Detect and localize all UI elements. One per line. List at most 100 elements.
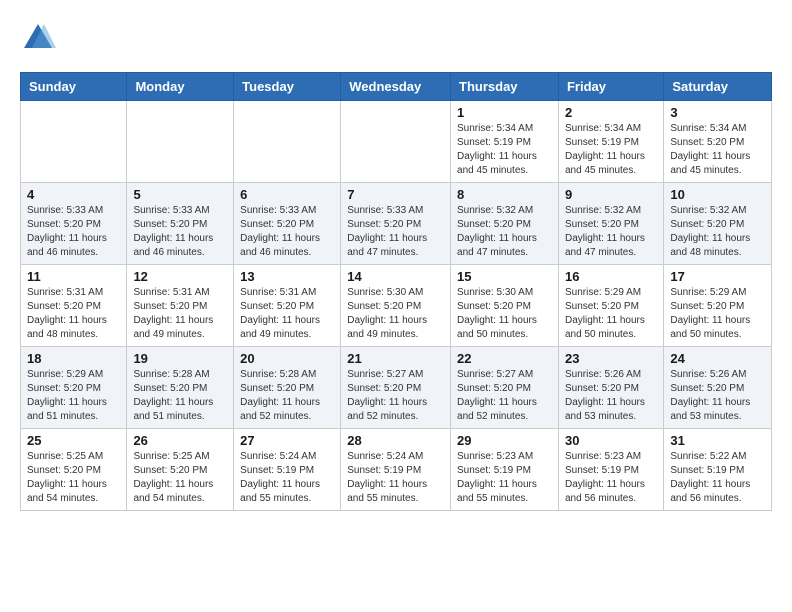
day-number: 19 (133, 351, 227, 366)
day-number: 20 (240, 351, 334, 366)
day-info: Sunrise: 5:34 AM Sunset: 5:19 PM Dayligh… (565, 122, 657, 178)
day-info: Sunrise: 5:24 AM Sunset: 5:19 PM Dayligh… (347, 450, 444, 506)
day-info: Sunrise: 5:33 AM Sunset: 5:20 PM Dayligh… (133, 204, 227, 260)
day-number: 10 (670, 187, 765, 202)
day-number: 3 (670, 105, 765, 120)
weekday-header: Friday (558, 73, 663, 101)
day-number: 13 (240, 269, 334, 284)
day-info: Sunrise: 5:32 AM Sunset: 5:20 PM Dayligh… (457, 204, 552, 260)
day-info: Sunrise: 5:30 AM Sunset: 5:20 PM Dayligh… (347, 286, 444, 342)
day-number: 4 (27, 187, 120, 202)
day-info: Sunrise: 5:33 AM Sunset: 5:20 PM Dayligh… (240, 204, 334, 260)
calendar-cell: 11Sunrise: 5:31 AM Sunset: 5:20 PM Dayli… (21, 265, 127, 347)
day-number: 31 (670, 433, 765, 448)
day-number: 26 (133, 433, 227, 448)
calendar-cell: 10 Sunrise: 5:32 AM Sunset: 5:20 PM Dayli… (664, 183, 772, 265)
day-info: Sunrise: 5:22 AM Sunset: 5:19 PM Dayligh… (670, 450, 765, 506)
calendar-cell: 4 Sunrise: 5:33 AM Sunset: 5:20 PM Daylig… (21, 183, 127, 265)
day-number: 27 (240, 433, 334, 448)
calendar-table: SundayMondayTuesdayWednesdayThursdayFrid… (20, 72, 772, 511)
day-number: 2 (565, 105, 657, 120)
day-number: 28 (347, 433, 444, 448)
calendar-cell: 31 Sunrise: 5:22 AM Sunset: 5:19 PM Dayli… (664, 429, 772, 511)
day-number: 16 (565, 269, 657, 284)
calendar-week-row: 18 Sunrise: 5:29 AM Sunset: 5:20 PM Dayli… (21, 347, 772, 429)
day-number: 24 (670, 351, 765, 366)
day-number: 22 (457, 351, 552, 366)
calendar-cell: 16 Sunrise: 5:29 AM Sunset: 5:20 PM Dayli… (558, 265, 663, 347)
calendar-cell: 3 Sunrise: 5:34 AM Sunset: 5:20 PM Daylig… (664, 101, 772, 183)
calendar-cell: 15 Sunrise: 5:30 AM Sunset: 5:20 PM Dayli… (451, 265, 559, 347)
day-number: 6 (240, 187, 334, 202)
calendar-week-row: 1Sunrise: 5:34 AM Sunset: 5:19 PM Daylig… (21, 101, 772, 183)
day-info: Sunrise: 5:29 AM Sunset: 5:20 PM Dayligh… (670, 286, 765, 342)
day-info: Sunrise: 5:29 AM Sunset: 5:20 PM Dayligh… (27, 368, 120, 424)
day-info: Sunrise: 5:25 AM Sunset: 5:20 PM Dayligh… (27, 450, 120, 506)
calendar-week-row: 11Sunrise: 5:31 AM Sunset: 5:20 PM Dayli… (21, 265, 772, 347)
day-info: Sunrise: 5:34 AM Sunset: 5:20 PM Dayligh… (670, 122, 765, 178)
calendar-cell: 9 Sunrise: 5:32 AM Sunset: 5:20 PM Daylig… (558, 183, 663, 265)
calendar-cell: 17Sunrise: 5:29 AM Sunset: 5:20 PM Dayli… (664, 265, 772, 347)
weekday-header: Thursday (451, 73, 559, 101)
day-info: Sunrise: 5:23 AM Sunset: 5:19 PM Dayligh… (457, 450, 552, 506)
calendar-cell: 30 Sunrise: 5:23 AM Sunset: 5:19 PM Dayli… (558, 429, 663, 511)
page-header (20, 20, 772, 56)
calendar-cell: 24Sunrise: 5:26 AM Sunset: 5:20 PM Dayli… (664, 347, 772, 429)
calendar-cell: 20 Sunrise: 5:28 AM Sunset: 5:20 PM Dayli… (234, 347, 341, 429)
weekday-header: Tuesday (234, 73, 341, 101)
calendar-cell: 19 Sunrise: 5:28 AM Sunset: 5:20 PM Dayli… (127, 347, 234, 429)
calendar-cell (127, 101, 234, 183)
calendar-cell (234, 101, 341, 183)
calendar-cell: 6 Sunrise: 5:33 AM Sunset: 5:20 PM Daylig… (234, 183, 341, 265)
calendar-cell: 26 Sunrise: 5:25 AM Sunset: 5:20 PM Dayli… (127, 429, 234, 511)
day-number: 12 (133, 269, 227, 284)
calendar-cell: 23 Sunrise: 5:26 AM Sunset: 5:20 PM Dayli… (558, 347, 663, 429)
day-info: Sunrise: 5:24 AM Sunset: 5:19 PM Dayligh… (240, 450, 334, 506)
weekday-header: Sunday (21, 73, 127, 101)
day-number: 29 (457, 433, 552, 448)
day-info: Sunrise: 5:34 AM Sunset: 5:19 PM Dayligh… (457, 122, 552, 178)
calendar-cell: 21Sunrise: 5:27 AM Sunset: 5:20 PM Dayli… (341, 347, 451, 429)
day-info: Sunrise: 5:31 AM Sunset: 5:20 PM Dayligh… (240, 286, 334, 342)
weekday-header: Wednesday (341, 73, 451, 101)
calendar-cell: 8Sunrise: 5:32 AM Sunset: 5:20 PM Daylig… (451, 183, 559, 265)
calendar-cell: 12Sunrise: 5:31 AM Sunset: 5:20 PM Dayli… (127, 265, 234, 347)
calendar-cell: 14 Sunrise: 5:30 AM Sunset: 5:20 PM Dayli… (341, 265, 451, 347)
weekday-header-row: SundayMondayTuesdayWednesdayThursdayFrid… (21, 73, 772, 101)
calendar-cell: 22 Sunrise: 5:27 AM Sunset: 5:20 PM Dayli… (451, 347, 559, 429)
day-number: 18 (27, 351, 120, 366)
day-number: 7 (347, 187, 444, 202)
logo-icon (20, 20, 56, 56)
calendar-cell (341, 101, 451, 183)
day-info: Sunrise: 5:27 AM Sunset: 5:20 PM Dayligh… (457, 368, 552, 424)
day-info: Sunrise: 5:30 AM Sunset: 5:20 PM Dayligh… (457, 286, 552, 342)
day-info: Sunrise: 5:29 AM Sunset: 5:20 PM Dayligh… (565, 286, 657, 342)
day-number: 9 (565, 187, 657, 202)
day-info: Sunrise: 5:28 AM Sunset: 5:20 PM Dayligh… (133, 368, 227, 424)
day-info: Sunrise: 5:33 AM Sunset: 5:20 PM Dayligh… (27, 204, 120, 260)
day-info: Sunrise: 5:31 AM Sunset: 5:20 PM Dayligh… (27, 286, 120, 342)
day-info: Sunrise: 5:26 AM Sunset: 5:20 PM Dayligh… (565, 368, 657, 424)
weekday-header: Saturday (664, 73, 772, 101)
logo (20, 20, 60, 56)
calendar-cell: 29 Sunrise: 5:23 AM Sunset: 5:19 PM Dayli… (451, 429, 559, 511)
calendar-cell: 2 Sunrise: 5:34 AM Sunset: 5:19 PM Daylig… (558, 101, 663, 183)
day-info: Sunrise: 5:32 AM Sunset: 5:20 PM Dayligh… (670, 204, 765, 260)
day-number: 25 (27, 433, 120, 448)
day-info: Sunrise: 5:28 AM Sunset: 5:20 PM Dayligh… (240, 368, 334, 424)
calendar-week-row: 4 Sunrise: 5:33 AM Sunset: 5:20 PM Daylig… (21, 183, 772, 265)
day-info: Sunrise: 5:27 AM Sunset: 5:20 PM Dayligh… (347, 368, 444, 424)
day-info: Sunrise: 5:23 AM Sunset: 5:19 PM Dayligh… (565, 450, 657, 506)
calendar-week-row: 25 Sunrise: 5:25 AM Sunset: 5:20 PM Dayli… (21, 429, 772, 511)
day-number: 14 (347, 269, 444, 284)
calendar-cell: 1Sunrise: 5:34 AM Sunset: 5:19 PM Daylig… (451, 101, 559, 183)
day-number: 5 (133, 187, 227, 202)
calendar-cell (21, 101, 127, 183)
day-number: 30 (565, 433, 657, 448)
day-number: 23 (565, 351, 657, 366)
day-info: Sunrise: 5:25 AM Sunset: 5:20 PM Dayligh… (133, 450, 227, 506)
day-number: 15 (457, 269, 552, 284)
day-info: Sunrise: 5:32 AM Sunset: 5:20 PM Dayligh… (565, 204, 657, 260)
calendar-cell: 25 Sunrise: 5:25 AM Sunset: 5:20 PM Dayli… (21, 429, 127, 511)
calendar-cell: 27 Sunrise: 5:24 AM Sunset: 5:19 PM Dayli… (234, 429, 341, 511)
